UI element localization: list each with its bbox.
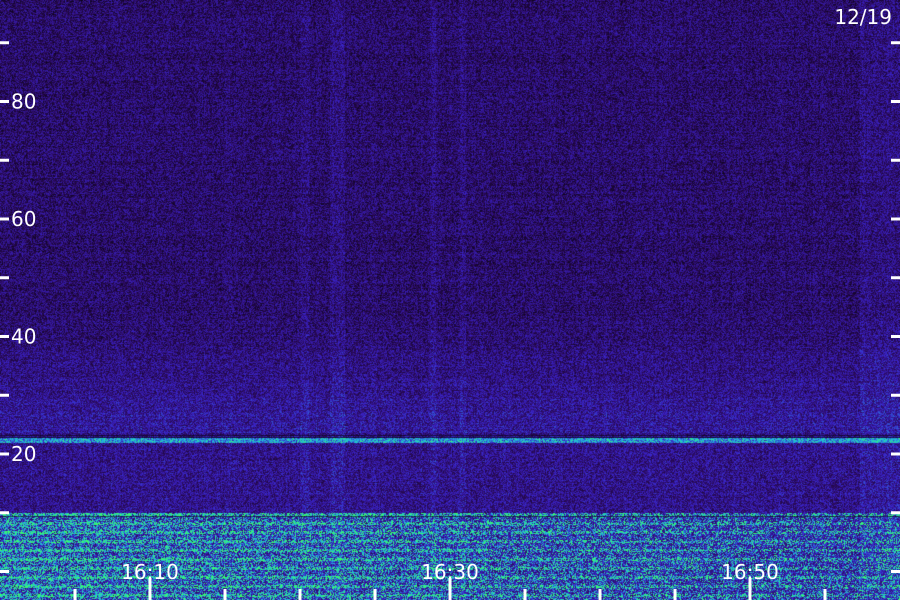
x-tick-label: 16:10 xyxy=(121,560,179,584)
y-tick-label: 60 xyxy=(11,207,36,231)
x-tick-label: 16:30 xyxy=(421,560,479,584)
y-axis: 10080604020 xyxy=(0,41,900,573)
x-tick-label: 16:50 xyxy=(721,560,779,584)
spectrogram-axes: 12/19 10080604020 16:1016:3016:50 xyxy=(0,5,900,600)
y-tick-label: 80 xyxy=(11,90,36,114)
date-label: 12/19 xyxy=(834,5,892,29)
x-axis: 16:10 16:30 16:50 xyxy=(73,560,827,600)
y-tick-label: 20 xyxy=(11,442,36,466)
y-tick-label: 40 xyxy=(11,325,36,349)
